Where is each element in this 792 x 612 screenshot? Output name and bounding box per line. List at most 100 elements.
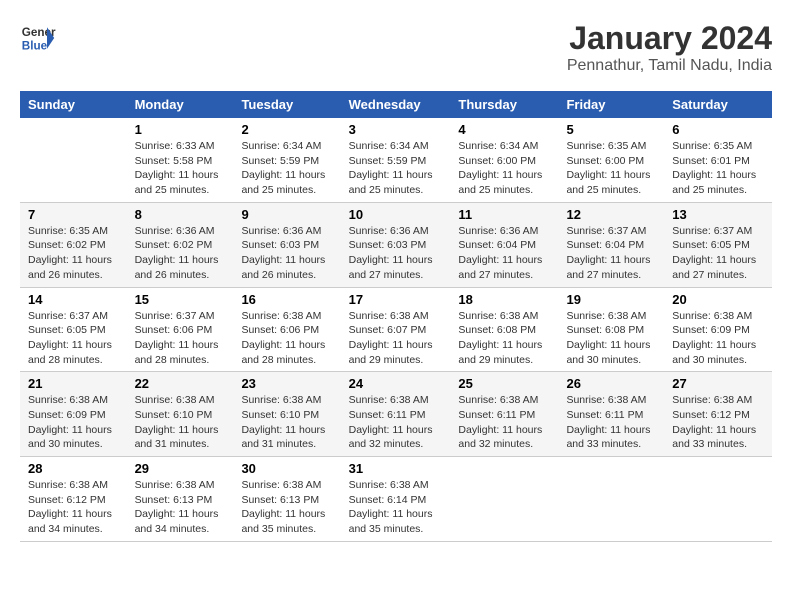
day-info: Sunrise: 6:35 AM Sunset: 6:02 PM Dayligh… xyxy=(28,224,119,283)
calendar-cell: 19Sunrise: 6:38 AM Sunset: 6:08 PM Dayli… xyxy=(558,287,664,372)
week-row-5: 28 Sunrise: 6:38 AM Sunset: 6:12 PM Dayli… xyxy=(20,457,772,542)
day-number: 11 xyxy=(458,207,550,222)
day-number: 27 xyxy=(672,376,764,391)
page-title: January 2024 xyxy=(567,20,772,57)
header-cell-wednesday: Wednesday xyxy=(341,91,451,118)
day-number: 6 xyxy=(672,122,764,137)
day-number: 16 xyxy=(241,292,332,307)
calendar-cell: 22 Sunrise: 6:38 AM Sunset: 6:10 PM Dayli… xyxy=(127,372,234,457)
header-cell-thursday: Thursday xyxy=(450,91,558,118)
calendar-cell: 23 Sunrise: 6:38 AM Sunset: 6:10 PM Dayli… xyxy=(233,372,340,457)
day-info: Sunrise: 6:38 AM Sunset: 6:12 PM Dayligh… xyxy=(28,478,119,537)
svg-text:Blue: Blue xyxy=(22,40,48,53)
calendar-cell: 11 Sunrise: 6:36 AM Sunset: 6:04 PM Dayli… xyxy=(450,202,558,287)
day-number: 26 xyxy=(566,376,656,391)
calendar-table: SundayMondayTuesdayWednesdayThursdayFrid… xyxy=(20,91,772,542)
calendar-cell: 21 Sunrise: 6:38 AM Sunset: 6:09 PM Dayli… xyxy=(20,372,127,457)
header-cell-tuesday: Tuesday xyxy=(233,91,340,118)
calendar-cell: 3 Sunrise: 6:34 AM Sunset: 5:59 PM Daylig… xyxy=(341,118,451,202)
day-info: Sunrise: 6:37 AM Sunset: 6:05 PM Dayligh… xyxy=(672,224,764,283)
day-info: Sunrise: 6:36 AM Sunset: 6:02 PM Dayligh… xyxy=(135,224,226,283)
calendar-cell: 5 Sunrise: 6:35 AM Sunset: 6:00 PM Daylig… xyxy=(558,118,664,202)
day-info: Sunrise: 6:38 AM Sunset: 6:14 PM Dayligh… xyxy=(349,478,443,537)
day-number: 21 xyxy=(28,376,119,391)
day-info: Sunrise: 6:34 AM Sunset: 5:59 PM Dayligh… xyxy=(241,139,332,198)
page-subtitle: Pennathur, Tamil Nadu, India xyxy=(567,57,772,75)
calendar-cell: 2 Sunrise: 6:34 AM Sunset: 5:59 PM Daylig… xyxy=(233,118,340,202)
day-number: 30 xyxy=(241,461,332,476)
day-number: 23 xyxy=(241,376,332,391)
calendar-cell: 14Sunrise: 6:37 AM Sunset: 6:05 PM Dayli… xyxy=(20,287,127,372)
day-number: 29 xyxy=(135,461,226,476)
calendar-cell: 24Sunrise: 6:38 AM Sunset: 6:11 PM Dayli… xyxy=(341,372,451,457)
calendar-cell xyxy=(558,457,664,542)
header-cell-saturday: Saturday xyxy=(664,91,772,118)
day-info: Sunrise: 6:36 AM Sunset: 6:04 PM Dayligh… xyxy=(458,224,550,283)
day-info: Sunrise: 6:38 AM Sunset: 6:09 PM Dayligh… xyxy=(28,393,119,452)
calendar-cell: 1Sunrise: 6:33 AM Sunset: 5:58 PM Daylig… xyxy=(127,118,234,202)
day-info: Sunrise: 6:38 AM Sunset: 6:08 PM Dayligh… xyxy=(458,309,550,368)
calendar-cell xyxy=(664,457,772,542)
day-info: Sunrise: 6:37 AM Sunset: 6:04 PM Dayligh… xyxy=(566,224,656,283)
page-header: General Blue January 2024 Pennathur, Tam… xyxy=(20,20,772,75)
day-number: 10 xyxy=(349,207,443,222)
calendar-cell: 7 Sunrise: 6:35 AM Sunset: 6:02 PM Daylig… xyxy=(20,202,127,287)
day-number: 13 xyxy=(672,207,764,222)
day-number: 28 xyxy=(28,461,119,476)
calendar-cell: 4Sunrise: 6:34 AM Sunset: 6:00 PM Daylig… xyxy=(450,118,558,202)
day-number: 15 xyxy=(135,292,226,307)
title-area: January 2024 Pennathur, Tamil Nadu, Indi… xyxy=(567,20,772,75)
day-number: 3 xyxy=(349,122,443,137)
header-cell-friday: Friday xyxy=(558,91,664,118)
calendar-cell: 15 Sunrise: 6:37 AM Sunset: 6:06 PM Dayli… xyxy=(127,287,234,372)
calendar-cell: 26 Sunrise: 6:38 AM Sunset: 6:11 PM Dayli… xyxy=(558,372,664,457)
day-number: 22 xyxy=(135,376,226,391)
day-number: 4 xyxy=(458,122,550,137)
week-row-3: 14Sunrise: 6:37 AM Sunset: 6:05 PM Dayli… xyxy=(20,287,772,372)
day-info: Sunrise: 6:38 AM Sunset: 6:12 PM Dayligh… xyxy=(672,393,764,452)
day-info: Sunrise: 6:38 AM Sunset: 6:07 PM Dayligh… xyxy=(349,309,443,368)
calendar-cell: 12 Sunrise: 6:37 AM Sunset: 6:04 PM Dayli… xyxy=(558,202,664,287)
calendar-cell: 27 Sunrise: 6:38 AM Sunset: 6:12 PM Dayli… xyxy=(664,372,772,457)
day-info: Sunrise: 6:38 AM Sunset: 6:13 PM Dayligh… xyxy=(241,478,332,537)
week-row-4: 21 Sunrise: 6:38 AM Sunset: 6:09 PM Dayli… xyxy=(20,372,772,457)
day-info: Sunrise: 6:35 AM Sunset: 6:01 PM Dayligh… xyxy=(672,139,764,198)
calendar-cell: 16Sunrise: 6:38 AM Sunset: 6:06 PM Dayli… xyxy=(233,287,340,372)
logo-icon: General Blue xyxy=(20,20,56,56)
header-cell-sunday: Sunday xyxy=(20,91,127,118)
logo: General Blue xyxy=(20,20,56,56)
calendar-cell: 20 Sunrise: 6:38 AM Sunset: 6:09 PM Dayli… xyxy=(664,287,772,372)
header-row: SundayMondayTuesdayWednesdayThursdayFrid… xyxy=(20,91,772,118)
day-number: 1 xyxy=(135,122,226,137)
day-number: 17 xyxy=(349,292,443,307)
day-number: 20 xyxy=(672,292,764,307)
calendar-cell: 18 Sunrise: 6:38 AM Sunset: 6:08 PM Dayli… xyxy=(450,287,558,372)
week-row-2: 7 Sunrise: 6:35 AM Sunset: 6:02 PM Daylig… xyxy=(20,202,772,287)
calendar-cell: 13 Sunrise: 6:37 AM Sunset: 6:05 PM Dayli… xyxy=(664,202,772,287)
day-number: 12 xyxy=(566,207,656,222)
day-info: Sunrise: 6:38 AM Sunset: 6:08 PM Dayligh… xyxy=(566,309,656,368)
calendar-cell xyxy=(20,118,127,202)
day-info: Sunrise: 6:38 AM Sunset: 6:11 PM Dayligh… xyxy=(566,393,656,452)
calendar-cell: 28 Sunrise: 6:38 AM Sunset: 6:12 PM Dayli… xyxy=(20,457,127,542)
day-number: 18 xyxy=(458,292,550,307)
day-number: 24 xyxy=(349,376,443,391)
calendar-cell: 8Sunrise: 6:36 AM Sunset: 6:02 PM Daylig… xyxy=(127,202,234,287)
day-info: Sunrise: 6:38 AM Sunset: 6:13 PM Dayligh… xyxy=(135,478,226,537)
day-info: Sunrise: 6:34 AM Sunset: 5:59 PM Dayligh… xyxy=(349,139,443,198)
calendar-cell: 31Sunrise: 6:38 AM Sunset: 6:14 PM Dayli… xyxy=(341,457,451,542)
day-number: 25 xyxy=(458,376,550,391)
day-info: Sunrise: 6:38 AM Sunset: 6:10 PM Dayligh… xyxy=(241,393,332,452)
day-info: Sunrise: 6:38 AM Sunset: 6:09 PM Dayligh… xyxy=(672,309,764,368)
day-info: Sunrise: 6:35 AM Sunset: 6:00 PM Dayligh… xyxy=(566,139,656,198)
day-number: 14 xyxy=(28,292,119,307)
calendar-cell: 10Sunrise: 6:36 AM Sunset: 6:03 PM Dayli… xyxy=(341,202,451,287)
calendar-cell: 25Sunrise: 6:38 AM Sunset: 6:11 PM Dayli… xyxy=(450,372,558,457)
calendar-cell: 17 Sunrise: 6:38 AM Sunset: 6:07 PM Dayli… xyxy=(341,287,451,372)
day-number: 7 xyxy=(28,207,119,222)
day-info: Sunrise: 6:36 AM Sunset: 6:03 PM Dayligh… xyxy=(241,224,332,283)
day-info: Sunrise: 6:37 AM Sunset: 6:06 PM Dayligh… xyxy=(135,309,226,368)
day-info: Sunrise: 6:38 AM Sunset: 6:10 PM Dayligh… xyxy=(135,393,226,452)
day-number: 5 xyxy=(566,122,656,137)
day-number: 2 xyxy=(241,122,332,137)
